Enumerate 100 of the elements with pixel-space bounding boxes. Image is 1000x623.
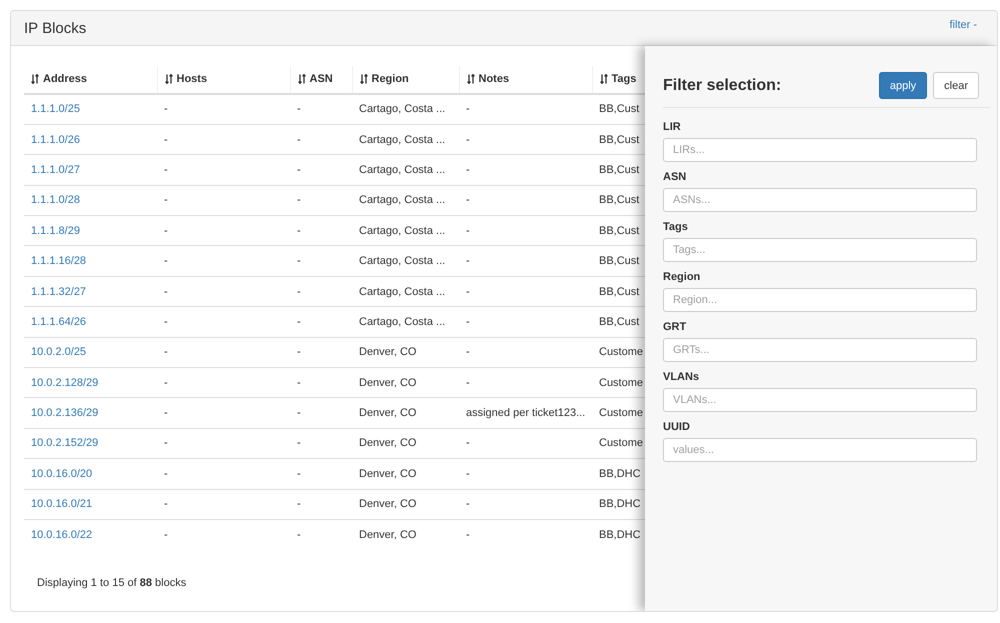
filter-input[interactable]: VLANs... [663,388,977,412]
table-cell: BB,DHC [599,468,641,480]
filter-input[interactable]: GRTs... [663,338,977,362]
table-cell: - [297,164,301,176]
address-link[interactable]: 1.1.1.64/26 [31,316,86,328]
table-cell: - [164,103,168,116]
table-cell: - [466,255,470,268]
table-cell: BB,Cust [599,194,640,206]
table-cell: - [164,498,168,510]
filter-title: Filter selection: [663,76,782,94]
filter-input[interactable]: values... [663,438,977,462]
apply-button[interactable]: apply [878,72,928,99]
table-cell: - [164,224,168,237]
table-cell: - [164,376,168,389]
table-cell: - [466,376,470,389]
address-link[interactable]: 10.0.2.136/29 [31,407,98,420]
address-link[interactable]: 1.1.1.16/28 [31,255,86,268]
table-cell: Denver, CO [359,528,416,541]
table-cell: Denver, CO [359,437,416,450]
table-cell: - [297,103,301,116]
address-link[interactable]: 10.0.2.0/25 [31,346,86,358]
filter-input[interactable]: Region... [663,288,977,312]
address-link[interactable]: 1.1.1.8/29 [31,224,80,237]
table-cell: - [297,134,301,146]
clear-button[interactable]: clear [933,72,979,99]
field-label: UUID [663,420,691,434]
table-cell: - [297,498,301,510]
sort-icon [600,74,608,84]
table-cell: - [297,224,301,237]
table-cell: - [466,346,470,358]
table-cell: - [466,224,470,237]
table-cell: Cartago, Costa ... [359,255,446,268]
table-cell: - [297,316,301,328]
column-header[interactable]: Notes [478,72,510,84]
table-cell: - [466,316,470,328]
table-cell: - [466,437,470,450]
address-link[interactable]: 10.0.16.0/20 [31,468,92,480]
table-cell: Custome [599,407,644,420]
table-cell: BB,Cust [599,164,640,176]
address-link[interactable]: 10.0.16.0/21 [31,498,92,510]
address-link[interactable]: 1.1.1.0/28 [31,194,80,206]
address-link[interactable]: 10.0.2.152/29 [31,437,98,450]
table-cell: BB,Cust [599,103,640,116]
table-cell: Cartago, Costa ... [359,134,446,146]
table-cell: Custome [599,437,644,450]
table-cell: BB,DHC [599,528,641,541]
table-cell: Denver, CO [359,468,416,480]
table-cell: BB,Cust [599,224,640,237]
table-cell: Cartago, Costa ... [359,194,446,206]
table-cell: - [164,468,168,480]
field-label: LIR [663,120,682,134]
table-cell: - [164,528,168,541]
filter-input[interactable]: ASNs... [663,188,977,212]
table-cell: Denver, CO [359,376,416,389]
table-cell: - [297,286,301,298]
filter-toggle-link[interactable]: filter - [950,19,977,31]
column-header[interactable]: Tags [612,72,636,84]
column-header[interactable]: Address [43,72,88,84]
column-header[interactable]: ASN [310,72,333,84]
field-label: Tags [663,220,689,234]
column-header[interactable]: Hosts [176,72,208,84]
table-cell: - [164,407,168,420]
table-cell: - [164,346,168,358]
address-link[interactable]: 1.1.1.0/26 [31,134,80,146]
panel-title: IP Blocks [24,20,86,36]
table-cell: BB,Cust [599,255,640,268]
table-cell: Cartago, Costa ... [359,286,446,298]
field-label: GRT [663,320,688,334]
table-cell: - [297,528,301,541]
field-label: ASN [663,170,688,184]
table-cell: - [164,255,168,268]
filter-input[interactable]: LIRs... [663,138,977,162]
address-link[interactable]: 10.0.16.0/22 [31,528,92,541]
sort-icon [31,74,39,84]
table-cell: assigned per ticket123... [466,407,586,420]
pagination-summary: Displaying 1 to 15 of 88 blocks [37,576,186,589]
field-label: Region [663,270,702,284]
address-link[interactable]: 1.1.1.32/27 [31,286,86,298]
table-cell: - [164,164,168,176]
table-cell: - [466,164,470,176]
table-cell: - [297,407,301,420]
table-cell: Custome [599,346,644,358]
table-cell: Custome [599,376,644,389]
sort-icon [360,74,368,84]
table-cell: BB,Cust [599,316,640,328]
column-header[interactable]: Region [372,72,409,84]
table-cell: Cartago, Costa ... [359,164,446,176]
address-link[interactable]: 10.0.2.128/29 [31,376,98,389]
table-cell: - [297,194,301,206]
address-link[interactable]: 1.1.1.0/25 [31,103,80,116]
filter-input[interactable]: Tags... [663,238,977,262]
table-cell: - [466,134,470,146]
table-cell: - [164,316,168,328]
table-cell: Cartago, Costa ... [359,224,446,237]
address-link[interactable]: 1.1.1.0/27 [31,164,80,176]
table-cell: - [164,194,168,206]
table-cell: - [297,437,301,450]
table-cell: Denver, CO [359,407,416,420]
table-cell: - [164,134,168,146]
field-label: VLANs [663,370,700,384]
